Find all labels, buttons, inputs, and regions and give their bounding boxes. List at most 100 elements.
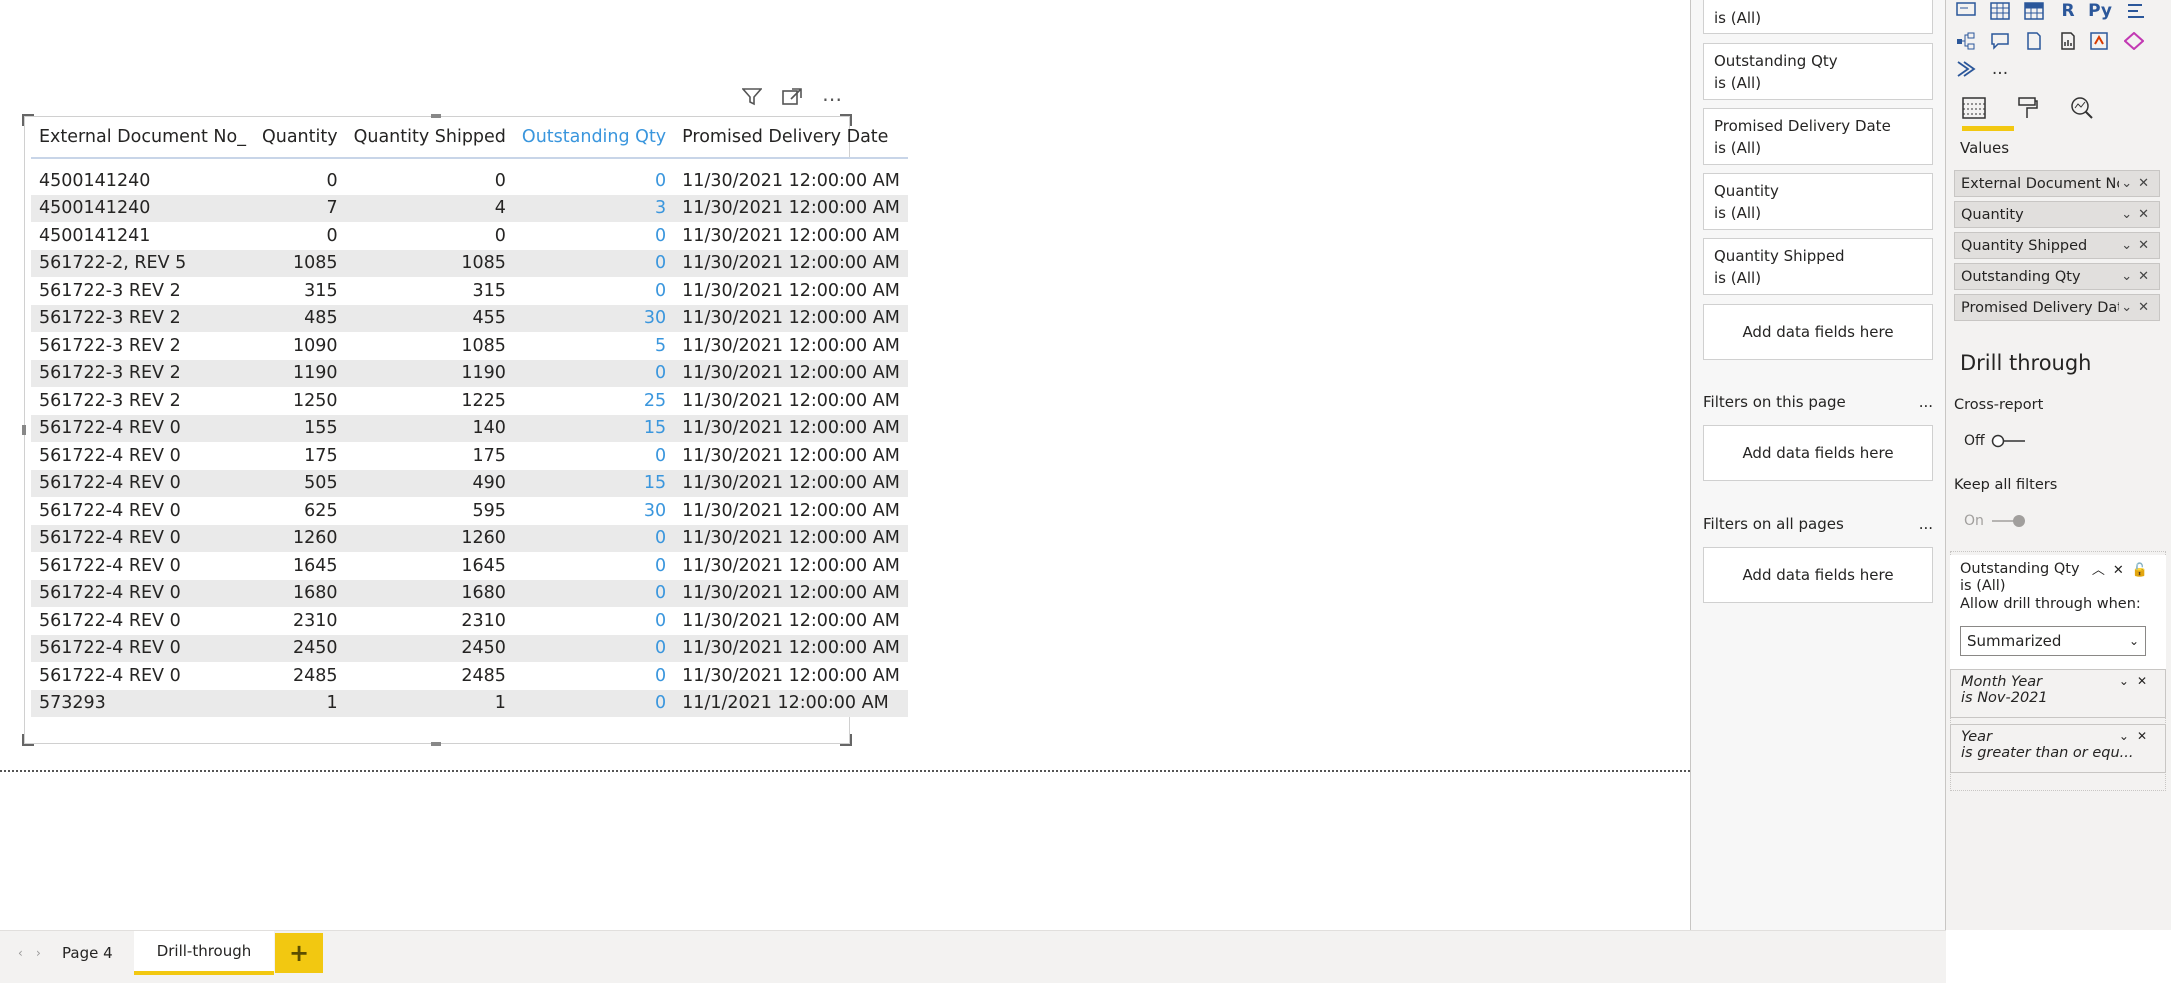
table-cell: 11/30/2021 12:00:00 AM	[674, 469, 908, 497]
more-options-icon[interactable]: ⋯	[819, 87, 845, 111]
chevron-down-icon[interactable]: ⌄	[2119, 729, 2137, 743]
table-row[interactable]: 561722-4 REV 0 505 490 15 11/30/2021 12:00:0…	[31, 469, 908, 497]
table-row[interactable]: 561722-3 REV 2 485 455 30 11/30/2021 12:00:0…	[31, 304, 908, 332]
close-icon[interactable]: ✕	[2113, 563, 2132, 578]
column-header-quantity[interactable]: Quantity	[253, 117, 346, 159]
power-apps-icon[interactable]	[2088, 30, 2112, 52]
drill-mode-select[interactable]: Summarized ⌄	[1960, 626, 2146, 656]
python-visual-icon[interactable]: Py	[2088, 0, 2112, 22]
close-icon[interactable]: ✕	[2138, 207, 2155, 222]
column-header-outstanding-qty[interactable]: Outstanding Qty	[513, 117, 675, 159]
add-visual-filter-dropzone[interactable]: Add data fields here	[1703, 304, 1933, 360]
table-row[interactable]: 561722-4 REV 0 155 140 15 11/30/2021 12:00:0…	[31, 414, 908, 442]
cross-report-toggle[interactable]: Off	[1964, 433, 2027, 449]
table-row[interactable]: 573293 1 1 0 11/1/2021 12:00:00 AM	[31, 689, 908, 717]
drill-through-field-card[interactable]: Outstanding Qty ︿✕🔓 is (All) Allow drill…	[1950, 555, 2166, 681]
table-row[interactable]: 4500141241 0 0 0 11/30/2021 12:00:00 AM	[31, 222, 908, 250]
table-cell: 315	[345, 277, 514, 305]
drill-filter-year[interactable]: Year ⌄✕ is greater than or equ...	[1950, 724, 2166, 773]
table-row[interactable]: 561722-3 REV 2 315 315 0 11/30/2021 12:00:00…	[31, 277, 908, 305]
paginated-report-icon[interactable]	[2056, 30, 2080, 52]
table-cell: 11/30/2021 12:00:00 AM	[674, 359, 908, 387]
close-icon[interactable]: ✕	[2137, 674, 2155, 688]
table-visual-icon[interactable]	[1988, 0, 2012, 22]
filter-card-outstanding-qty[interactable]: Outstanding Qty is (All)	[1703, 43, 1933, 100]
chevron-down-icon[interactable]: ⌄	[2121, 269, 2138, 284]
table-row[interactable]: 561722-4 REV 0 1645 1645 0 11/30/2021 12:00:…	[31, 552, 908, 580]
filter-card-promised-date[interactable]: Promised Delivery Date is (All)	[1703, 108, 1933, 165]
table-row[interactable]: 4500141240 7 4 3 11/30/2021 12:00:00 AM	[31, 194, 908, 222]
card-visual-icon[interactable]	[1954, 0, 1978, 22]
get-more-visuals-icon[interactable]	[1954, 58, 1978, 80]
table-cell: 1260	[253, 524, 346, 552]
column-header-quantity-shipped[interactable]: Quantity Shipped	[345, 117, 514, 159]
table-row[interactable]: 561722-3 REV 2 1250 1225 25 11/30/2021 12:00…	[31, 387, 908, 415]
fields-tab-icon[interactable]	[1958, 92, 1990, 124]
table-row[interactable]: 561722-4 REV 0 625 595 30 11/30/2021 12:00:0…	[31, 497, 908, 525]
chevron-down-icon[interactable]: ⌄	[2121, 238, 2138, 253]
add-page-button[interactable]: +	[275, 933, 323, 973]
table-row[interactable]: 561722-2, REV 5 1085 1085 0 11/30/2021 12:00…	[31, 249, 908, 277]
column-header-promised-date[interactable]: Promised Delivery Date	[674, 117, 908, 159]
close-icon[interactable]: ✕	[2138, 269, 2155, 284]
resize-handle-left[interactable]	[22, 425, 26, 435]
page-tab-page-4[interactable]: Page 4	[44, 931, 131, 975]
chevron-down-icon[interactable]: ⌄	[2121, 300, 2138, 315]
add-page-filter-dropzone[interactable]: Add data fields here	[1703, 425, 1933, 481]
table-row[interactable]: 561722-3 REV 2 1090 1085 5 11/30/2021 12:00:…	[31, 332, 908, 360]
field-well-item[interactable]: Promised Delivery Date ⌄✕	[1954, 294, 2160, 321]
table-cell: 0	[513, 607, 675, 635]
more-visuals-icon[interactable]: ...	[1988, 58, 2012, 80]
field-well-item[interactable]: Quantity Shipped ⌄✕	[1954, 232, 2160, 259]
r-visual-icon[interactable]: R	[2056, 0, 2080, 22]
filter-icon[interactable]	[739, 87, 765, 111]
filter-card-quantity-shipped[interactable]: Quantity Shipped is (All)	[1703, 238, 1933, 295]
filter-card-truncated[interactable]: is (All)	[1703, 0, 1933, 34]
add-report-filter-dropzone[interactable]: Add data fields here	[1703, 547, 1933, 603]
focus-mode-icon[interactable]	[779, 87, 805, 111]
close-icon[interactable]: ✕	[2138, 238, 2155, 253]
lock-icon[interactable]: 🔓	[2132, 563, 2156, 578]
table-row[interactable]: 561722-4 REV 0 2310 2310 0 11/30/2021 12:00:…	[31, 607, 908, 635]
narrative-visual-icon[interactable]	[2022, 30, 2046, 52]
close-icon[interactable]: ✕	[2138, 300, 2155, 315]
page-tab-drill-through[interactable]: Drill-through	[134, 931, 274, 975]
more-options-icon[interactable]: ...	[1919, 515, 1933, 533]
table-row[interactable]: 561722-4 REV 0 2485 2485 0 11/30/2021 12:00:…	[31, 662, 908, 690]
keep-all-filters-toggle[interactable]: On	[1964, 513, 2026, 529]
field-well-item[interactable]: Outstanding Qty ⌄✕	[1954, 263, 2160, 290]
allow-drill-label: Allow drill through when:	[1960, 596, 2141, 612]
chevron-down-icon[interactable]: ⌄	[2119, 674, 2137, 688]
table-visual[interactable]: ⋯ External Document No_ Quantity Quantit…	[22, 87, 908, 746]
resize-handle-bottom-right[interactable]	[840, 734, 852, 746]
field-well-item[interactable]: External Document No_ ⌄✕	[1954, 170, 2160, 197]
resize-handle-bottom[interactable]	[431, 742, 441, 746]
format-tab-icon[interactable]	[2012, 92, 2044, 124]
field-well-item[interactable]: Quantity ⌄✕	[1954, 201, 2160, 228]
analytics-tab-icon[interactable]	[2066, 92, 2098, 124]
power-automate-icon[interactable]	[2122, 30, 2146, 52]
chevron-down-icon[interactable]: ⌄	[2121, 207, 2138, 222]
table-row[interactable]: 4500141240 0 0 0 11/30/2021 12:00:00 AM	[31, 158, 908, 195]
table-cell: 4500141240	[31, 194, 254, 222]
qa-visual-icon[interactable]	[1988, 30, 2012, 52]
card-controls: ⌄✕	[2119, 729, 2155, 745]
table-row[interactable]: 561722-4 REV 0 2450 2450 0 11/30/2021 12:00:…	[31, 634, 908, 662]
filter-card-quantity[interactable]: Quantity is (All)	[1703, 173, 1933, 230]
key-influencers-icon[interactable]	[2124, 0, 2148, 22]
table-cell: 15	[513, 414, 675, 442]
resize-handle-bottom-left[interactable]	[22, 734, 34, 746]
drill-filter-month-year[interactable]: Month Year ⌄✕ is Nov-2021	[1950, 669, 2166, 718]
matrix-visual-icon[interactable]	[2022, 0, 2046, 22]
table-row[interactable]: 561722-4 REV 0 1680 1680 0 11/30/2021 12:00:…	[31, 579, 908, 607]
column-header-ext-doc[interactable]: External Document No_	[31, 117, 254, 159]
chevron-down-icon[interactable]: ⌄	[2121, 176, 2138, 191]
more-options-icon[interactable]: ...	[1919, 393, 1933, 411]
table-row[interactable]: 561722-4 REV 0 175 175 0 11/30/2021 12:00:00…	[31, 442, 908, 470]
table-row[interactable]: 561722-3 REV 2 1190 1190 0 11/30/2021 12:00:…	[31, 359, 908, 387]
table-row[interactable]: 561722-4 REV 0 1260 1260 0 11/30/2021 12:00:…	[31, 524, 908, 552]
close-icon[interactable]: ✕	[2137, 729, 2155, 743]
decomposition-tree-icon[interactable]	[1954, 30, 1978, 52]
close-icon[interactable]: ✕	[2138, 176, 2155, 191]
chevron-up-icon[interactable]: ︿	[2092, 563, 2113, 578]
